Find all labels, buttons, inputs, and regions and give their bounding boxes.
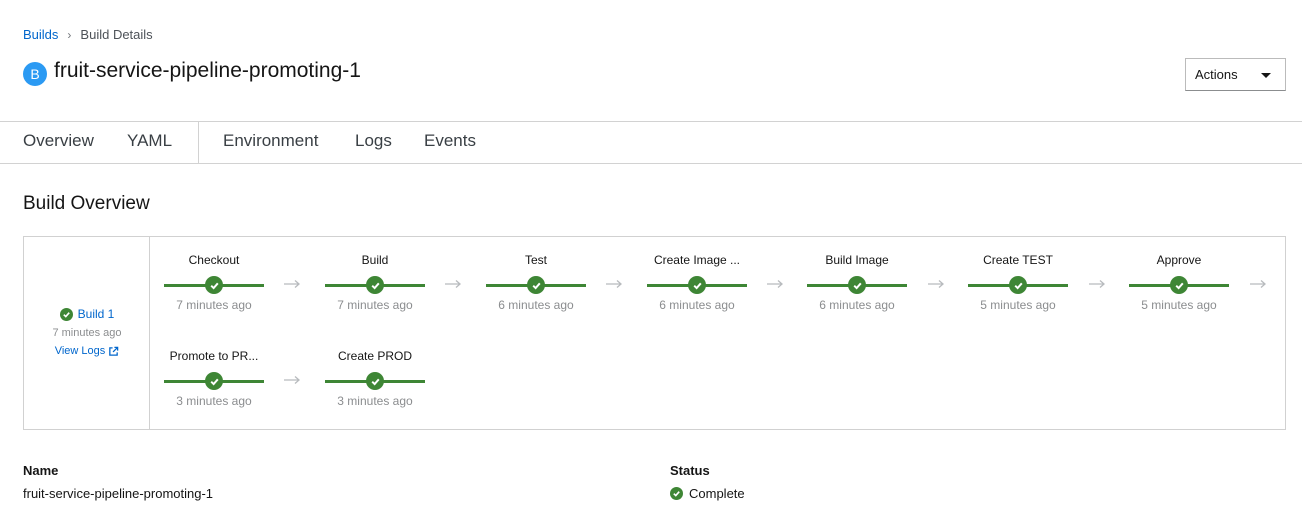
tab-overview[interactable]: Overview bbox=[23, 131, 94, 151]
arrow-right-icon bbox=[606, 280, 622, 288]
stage-time: 3 minutes ago bbox=[337, 394, 413, 408]
name-value: fruit-service-pipeline-promoting-1 bbox=[23, 486, 214, 501]
caret-down-icon bbox=[1261, 73, 1271, 78]
check-circle-icon bbox=[848, 276, 866, 294]
page-title: fruit-service-pipeline-promoting-1 bbox=[54, 59, 361, 82]
stage-name: Create TEST bbox=[983, 253, 1053, 267]
stage-name: Checkout bbox=[188, 253, 240, 267]
stage-name: Build bbox=[361, 253, 389, 267]
stage-time: 7 minutes ago bbox=[176, 298, 252, 312]
breadcrumb-current: Build Details bbox=[80, 27, 153, 42]
arrow-right-icon bbox=[284, 376, 300, 384]
status-label: Status bbox=[670, 463, 710, 478]
stage-name: Create PROD bbox=[337, 349, 413, 363]
build-name: Build 1 bbox=[77, 307, 115, 321]
stage-name: Approve bbox=[1156, 253, 1202, 267]
stage-name: Promote to PR... bbox=[169, 349, 259, 363]
check-circle-icon bbox=[1009, 276, 1027, 294]
pipeline-stage[interactable]: Checkout 7 minutes ago bbox=[164, 253, 264, 312]
check-circle-icon bbox=[59, 307, 73, 321]
stage-name: Build Image bbox=[825, 253, 889, 267]
pipeline-stage[interactable]: Build Image 6 minutes ago bbox=[807, 253, 907, 312]
breadcrumb-builds-link[interactable]: Builds bbox=[23, 27, 58, 42]
tab-environment[interactable]: Environment bbox=[223, 131, 318, 151]
check-circle-icon bbox=[688, 276, 706, 294]
name-label: Name bbox=[23, 463, 59, 478]
tab-logs[interactable]: Logs bbox=[355, 131, 392, 151]
pipeline-stage[interactable]: Build 7 minutes ago bbox=[325, 253, 425, 312]
stage-time: 7 minutes ago bbox=[337, 298, 413, 312]
pipeline-visualization: Build 1 7 minutes ago View Logs Checkout… bbox=[23, 236, 1286, 430]
view-logs-label: View Logs bbox=[54, 345, 106, 357]
check-circle-icon bbox=[1170, 276, 1188, 294]
check-circle-icon bbox=[527, 276, 545, 294]
stage-time: 6 minutes ago bbox=[819, 298, 895, 312]
stage-name: Test bbox=[524, 253, 547, 267]
build-link[interactable]: Build 1 bbox=[24, 307, 150, 321]
arrow-right-icon bbox=[1089, 280, 1105, 288]
check-circle-icon bbox=[670, 487, 683, 500]
stage-time: 6 minutes ago bbox=[659, 298, 735, 312]
build-resource-badge: B bbox=[23, 62, 47, 86]
check-circle-icon bbox=[366, 372, 384, 390]
pipeline-stage[interactable]: Create Image ... 6 minutes ago bbox=[647, 253, 747, 312]
arrow-right-icon bbox=[767, 280, 783, 288]
status-text: Complete bbox=[689, 486, 745, 501]
tab-divider bbox=[198, 122, 199, 163]
build-summary: Build 1 7 minutes ago View Logs bbox=[24, 237, 150, 429]
stage-time: 3 minutes ago bbox=[176, 394, 252, 408]
pipeline-stage[interactable]: Test 6 minutes ago bbox=[486, 253, 586, 312]
check-circle-icon bbox=[205, 372, 223, 390]
pipeline-stage[interactable]: Create TEST 5 minutes ago bbox=[968, 253, 1068, 312]
status-value: Complete bbox=[670, 486, 745, 501]
actions-label: Actions bbox=[1195, 67, 1238, 82]
external-link-icon bbox=[109, 346, 119, 356]
tab-events[interactable]: Events bbox=[424, 131, 476, 151]
stage-name: Create Image ... bbox=[653, 253, 741, 267]
chevron-right-icon: › bbox=[67, 27, 72, 42]
arrow-right-icon bbox=[445, 280, 461, 288]
page-header: B fruit-service-pipeline-promoting-1 bbox=[23, 56, 361, 86]
check-circle-icon bbox=[366, 276, 384, 294]
stage-time: 6 minutes ago bbox=[498, 298, 574, 312]
section-title: Build Overview bbox=[23, 193, 150, 214]
pipeline-stage[interactable]: Promote to PR... 3 minutes ago bbox=[164, 349, 264, 408]
pipeline-stage[interactable]: Approve 5 minutes ago bbox=[1129, 253, 1229, 312]
arrow-right-icon bbox=[1250, 280, 1266, 288]
actions-dropdown-button[interactable]: Actions bbox=[1185, 58, 1286, 91]
tab-yaml[interactable]: YAML bbox=[127, 131, 172, 151]
arrow-right-icon bbox=[928, 280, 944, 288]
view-logs-link[interactable]: View Logs bbox=[24, 345, 150, 357]
pipeline-stage[interactable]: Create PROD 3 minutes ago bbox=[325, 349, 425, 408]
arrow-right-icon bbox=[284, 280, 300, 288]
breadcrumb: Builds › Build Details bbox=[23, 27, 153, 42]
check-circle-icon bbox=[205, 276, 223, 294]
stage-time: 5 minutes ago bbox=[1141, 298, 1217, 312]
tab-bar: Overview YAML Environment Logs Events bbox=[0, 121, 1302, 164]
build-time: 7 minutes ago bbox=[52, 327, 122, 339]
stage-time: 5 minutes ago bbox=[980, 298, 1056, 312]
